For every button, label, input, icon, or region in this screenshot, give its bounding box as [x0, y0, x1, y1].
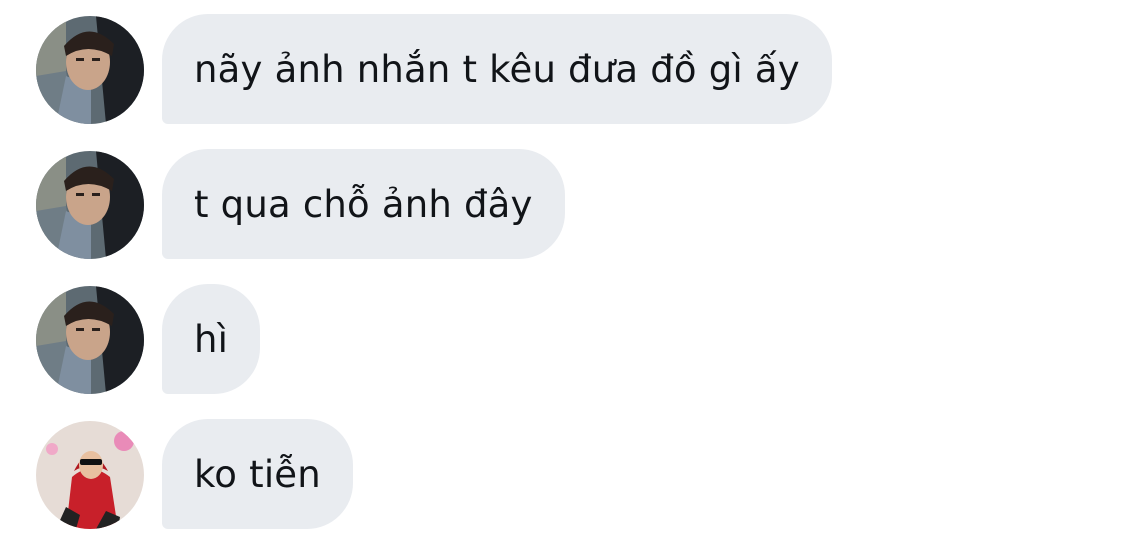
message-row: nãy ảnh nhắn t kêu đưa đồ gì ấy — [0, 0, 1125, 124]
message-text: ko tiễn — [194, 452, 321, 496]
chat-thread: nãy ảnh nhắn t kêu đưa đồ gì ấy t qua ch… — [0, 0, 1125, 548]
avatar-photo-icon — [36, 421, 144, 529]
red-hoodie-avatar[interactable] — [36, 421, 144, 529]
message-bubble[interactable]: nãy ảnh nhắn t kêu đưa đồ gì ấy — [162, 14, 832, 124]
message-text: hì — [194, 317, 229, 361]
message-bubble[interactable]: hì — [162, 284, 261, 394]
message-bubble[interactable]: ko tiễn — [162, 419, 353, 529]
message-row: ko tiễn — [0, 405, 1125, 529]
avatar-photo-icon — [36, 16, 144, 124]
message-text: nãy ảnh nhắn t kêu đưa đồ gì ấy — [194, 47, 800, 91]
message-bubble[interactable]: t qua chỗ ảnh đây — [162, 149, 565, 259]
friend-avatar[interactable] — [36, 151, 144, 259]
friend-avatar[interactable] — [36, 16, 144, 124]
message-text: t qua chỗ ảnh đây — [194, 182, 533, 226]
avatar-photo-icon — [36, 151, 144, 259]
avatar-photo-icon — [36, 286, 144, 394]
friend-avatar[interactable] — [36, 286, 144, 394]
message-row: t qua chỗ ảnh đây — [0, 135, 1125, 259]
message-row: hì — [0, 270, 1125, 394]
